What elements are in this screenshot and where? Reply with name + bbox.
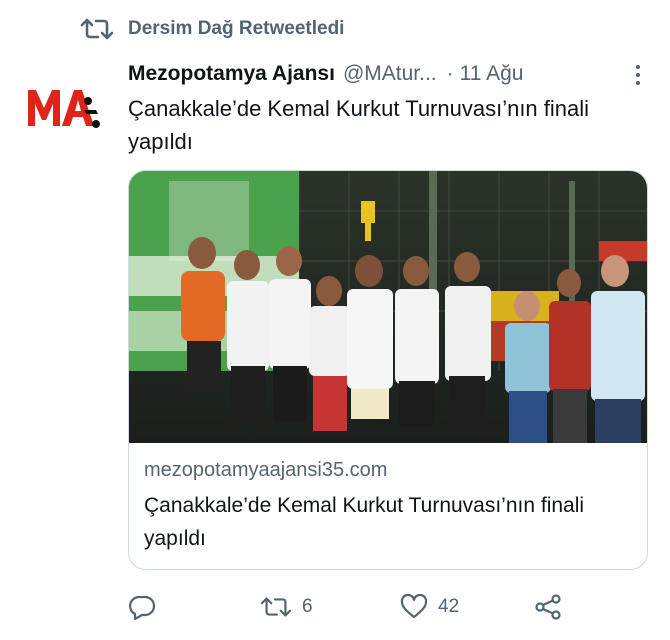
more-options-icon[interactable]	[634, 64, 642, 86]
retweet-button[interactable]: 6	[260, 594, 313, 620]
retweet-banner-text: Dersim Dağ Retweetledi	[128, 18, 345, 39]
tweet-header: Mezopotamya Ajansı @MAtur... · 11 Ağu	[128, 58, 648, 90]
author-handle[interactable]: @MAtur...	[343, 62, 437, 86]
author-name[interactable]: Mezopotamya Ajansı	[128, 62, 335, 86]
card-domain: mezopotamyaajansi35.com	[144, 459, 388, 481]
reply-button[interactable]	[128, 594, 166, 620]
like-button[interactable]: 42	[400, 594, 459, 620]
card-image	[129, 171, 647, 443]
share-icon	[535, 594, 561, 620]
card-title: Çanakkale’de Kemal Kurkut Turnuvası’nın …	[144, 494, 585, 550]
separator-dot: ·	[446, 62, 454, 85]
tweet-actions: 6 42	[128, 588, 648, 628]
retweet-icon	[260, 597, 292, 617]
heart-icon	[400, 594, 428, 619]
avatar[interactable]	[26, 84, 102, 132]
share-button[interactable]	[534, 594, 562, 620]
tweet-text: Çanakkale’de Kemal Kurkut Turnuvası’nın …	[128, 96, 590, 154]
retweet-icon	[80, 18, 114, 40]
retweet-banner[interactable]: Dersim Dağ Retweetledi	[80, 14, 344, 44]
tweet-time[interactable]: 11 Ağu	[460, 62, 524, 86]
retweet-count: 6	[302, 596, 313, 617]
like-count: 42	[438, 596, 460, 617]
reply-icon	[129, 595, 156, 620]
link-card[interactable]: mezopotamyaajansi35.com Çanakkale’de Kem…	[128, 170, 648, 570]
